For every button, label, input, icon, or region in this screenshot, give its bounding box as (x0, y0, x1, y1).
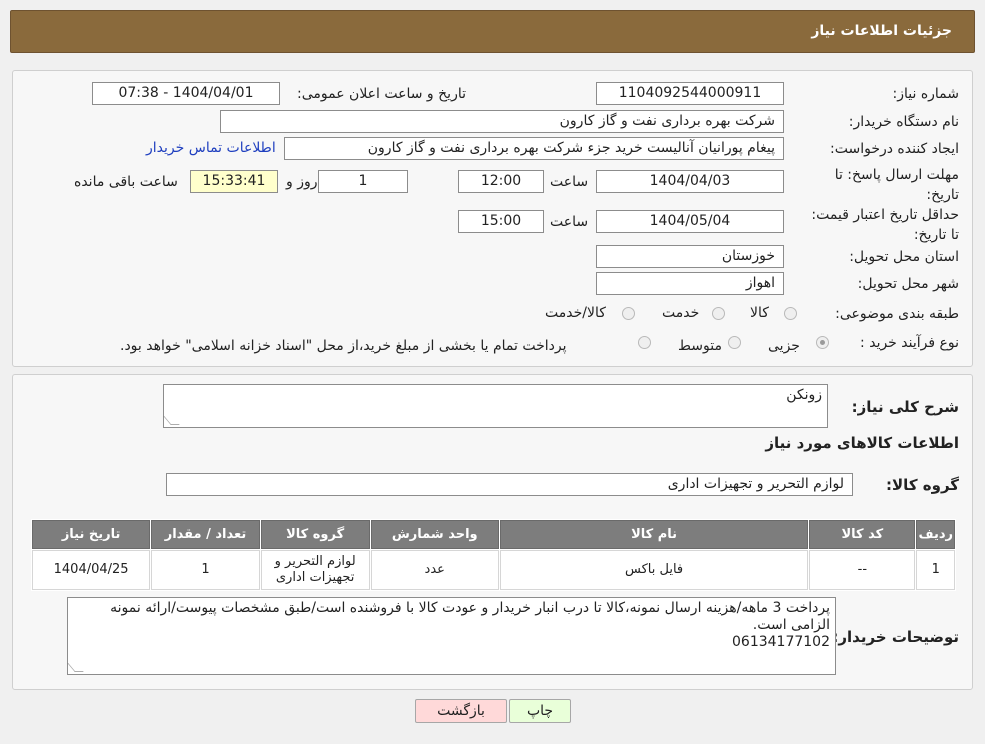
col-name-header: نام کالا (499, 520, 809, 549)
payment-treasury-checkbox[interactable] (638, 336, 651, 349)
category-service-label: خدمت (662, 305, 700, 321)
col-group-header: گروه کالا (260, 520, 370, 549)
announce-date-field: 1404/04/01 - 07:38 (92, 82, 280, 105)
resize-grip-icon[interactable] (163, 416, 180, 425)
cell-row: 1 (916, 550, 955, 590)
cell-qty: 1 (151, 550, 260, 590)
deadline-time-field: 12:00 (458, 170, 544, 193)
remaining-time-field: 15:33:41 (190, 170, 278, 193)
back-button[interactable]: بازگشت (415, 699, 507, 723)
col-date-header: تاریخ نیاز (32, 520, 151, 549)
col-qty-header: تعداد / مقدار (151, 520, 260, 549)
payment-note: پرداخت تمام یا بخشی از مبلغ خرید،از محل … (120, 338, 567, 354)
category-goods-service-label: کالا/خدمت (545, 305, 606, 321)
buyer-notes-phone: 06134177102 (732, 634, 830, 650)
cell-code: -- (809, 550, 916, 590)
province-field: خوزستان (596, 245, 784, 268)
col-row-header: ردیف (916, 520, 955, 549)
page-title: جزئیات اطلاعات نیاز (811, 23, 952, 39)
cell-unit: عدد (370, 550, 499, 590)
buyer-notes-label: توضیحات خریدار: (832, 628, 959, 646)
purchase-medium-radio[interactable] (728, 336, 741, 349)
days-label: روز و (286, 174, 318, 190)
purchase-type-label: نوع فرآیند خرید : (860, 335, 959, 351)
need-summary-text: زونکن (786, 387, 822, 403)
goods-info-title: اطلاعات کالاهای مورد نیاز (765, 434, 959, 452)
purchase-medium-label: متوسط (678, 338, 722, 354)
purchase-minor-radio[interactable] (816, 336, 829, 349)
need-number-label: شماره نیاز: (892, 86, 960, 102)
buyer-notes-text: پرداخت 3 ماهه/هزینه ارسال نمونه،کالا تا … (110, 600, 830, 633)
deadline-label: مهلت ارسال پاسخ: تا تاریخ: (834, 167, 959, 203)
price-validity-date-field: 1404/05/04 (596, 210, 784, 233)
city-label: شهر محل تحویل: (857, 276, 959, 292)
buyer-notes-field: پرداخت 3 ماهه/هزینه ارسال نمونه،کالا تا … (67, 597, 836, 675)
deadline-time-label: ساعت (550, 174, 589, 190)
buyer-contact-link[interactable]: اطلاعات تماس خریدار (146, 140, 276, 156)
deadline-date-field: 1404/04/03 (596, 170, 784, 193)
resize-grip-icon[interactable] (67, 663, 84, 672)
buyer-org-label: نام دستگاه خریدار: (848, 114, 959, 130)
requester-label: ایجاد کننده درخواست: (830, 141, 959, 157)
days-remaining-field: 1 (318, 170, 408, 193)
col-unit-header: واحد شمارش (370, 520, 499, 549)
city-field: اهواز (596, 272, 784, 295)
table-row: 1 -- فایل باکس عدد لوازم التحریر و تجهیز… (32, 550, 955, 590)
cell-date: 1404/04/25 (32, 550, 151, 590)
goods-group-label: گروه کالا: (886, 476, 959, 494)
page-header: جزئیات اطلاعات نیاز (10, 10, 975, 53)
category-label: طبقه بندی موضوعی: (835, 306, 959, 322)
purchase-minor-label: جزیی (768, 338, 800, 354)
print-button[interactable]: چاپ (509, 699, 571, 723)
price-validity-time-field: 15:00 (458, 210, 544, 233)
province-label: استان محل تحویل: (849, 249, 959, 265)
requester-field: پیغام پورانیان آنالیست خرید جزء شرکت بهر… (284, 137, 784, 160)
cell-group: لوازم التحریر و تجهیزات اداری (260, 550, 370, 590)
goods-table: ردیف کد کالا نام کالا واحد شمارش گروه کا… (31, 519, 956, 591)
category-goods-service-radio[interactable] (622, 307, 635, 320)
announce-date-label: تاریخ و ساعت اعلان عمومی: (297, 86, 466, 102)
buyer-org-field: شرکت بهره برداری نفت و گاز کارون (220, 110, 784, 133)
table-header-row: ردیف کد کالا نام کالا واحد شمارش گروه کا… (32, 520, 955, 549)
need-number-field: 1104092544000911 (596, 82, 784, 105)
remaining-time-label: ساعت باقی مانده (74, 174, 178, 190)
category-service-radio[interactable] (712, 307, 725, 320)
category-goods-label: کالا (750, 305, 769, 321)
need-summary-field: زونکن (163, 384, 828, 428)
price-validity-label: حداقل تاریخ اعتبار قیمت: تا تاریخ: (811, 207, 959, 243)
category-goods-radio[interactable] (784, 307, 797, 320)
col-code-header: کد کالا (809, 520, 916, 549)
cell-name: فایل باکس (499, 550, 809, 590)
need-summary-label: شرح کلی نیاز: (851, 398, 959, 416)
validity-time-label: ساعت (550, 214, 589, 230)
goods-group-field: لوازم التحریر و تجهیزات اداری (166, 473, 853, 496)
